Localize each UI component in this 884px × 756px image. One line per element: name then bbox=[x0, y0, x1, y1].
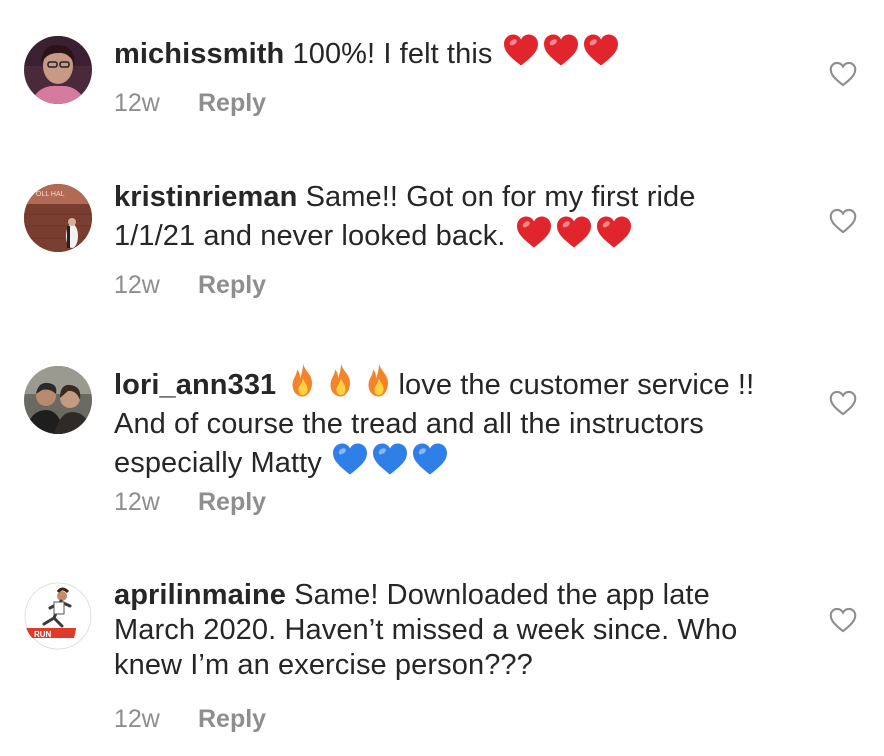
comment-text: lori_ann331 love the customer service !!… bbox=[114, 362, 764, 485]
avatar[interactable] bbox=[24, 36, 92, 104]
comment-timestamp: 12w bbox=[114, 705, 160, 733]
comment-timestamp: 12w bbox=[114, 488, 160, 516]
red-heart-emoji bbox=[582, 33, 620, 76]
red-heart-emoji bbox=[595, 215, 633, 258]
avatar[interactable]: RUN bbox=[24, 582, 92, 650]
comment-username[interactable]: aprilinmaine bbox=[114, 579, 286, 611]
comment-text: michissmith 100%! I felt this bbox=[114, 33, 764, 76]
comment-body: 100%! I felt this bbox=[284, 34, 620, 70]
red-heart-emoji bbox=[555, 215, 593, 258]
heart-outline-icon[interactable] bbox=[829, 61, 857, 87]
comment-text: kristinrieman Same!! Got on for my first… bbox=[114, 180, 764, 258]
comment-text: aprilinmaine Same! Downloaded the app la… bbox=[114, 578, 764, 683]
reply-button[interactable]: Reply bbox=[198, 89, 266, 117]
comment-timestamp: 12w bbox=[114, 271, 160, 299]
heart-outline-icon[interactable] bbox=[829, 607, 857, 633]
blue-heart-emoji bbox=[411, 442, 449, 485]
svg-text:RUN: RUN bbox=[34, 630, 52, 639]
comment-username[interactable]: kristinrieman bbox=[114, 181, 297, 213]
comment-meta: 12w Reply bbox=[114, 704, 266, 734]
reply-button[interactable]: Reply bbox=[198, 271, 266, 299]
comment-meta: 12w Reply bbox=[114, 487, 266, 517]
blue-heart-emoji bbox=[371, 442, 409, 485]
red-heart-emoji bbox=[515, 215, 553, 258]
comment-username[interactable]: michissmith bbox=[114, 38, 284, 70]
heart-outline-icon[interactable] bbox=[829, 390, 857, 416]
red-heart-emoji bbox=[502, 33, 540, 76]
reply-button[interactable]: Reply bbox=[198, 488, 266, 516]
reply-button[interactable]: Reply bbox=[198, 705, 266, 733]
red-heart-emoji bbox=[542, 33, 580, 76]
comment-username[interactable]: lori_ann331 bbox=[114, 369, 276, 401]
fire-emoji bbox=[323, 362, 359, 407]
blue-heart-emoji bbox=[331, 442, 369, 485]
avatar[interactable] bbox=[24, 366, 92, 434]
avatar[interactable]: OLL HAL bbox=[24, 184, 92, 252]
comment-meta: 12w Reply bbox=[114, 270, 266, 300]
fire-emoji bbox=[285, 362, 321, 407]
svg-text:OLL HAL: OLL HAL bbox=[36, 191, 65, 198]
comment-meta: 12w Reply bbox=[114, 88, 266, 118]
heart-outline-icon[interactable] bbox=[829, 208, 857, 234]
fire-emoji bbox=[361, 362, 397, 407]
comment-timestamp: 12w bbox=[114, 89, 160, 117]
